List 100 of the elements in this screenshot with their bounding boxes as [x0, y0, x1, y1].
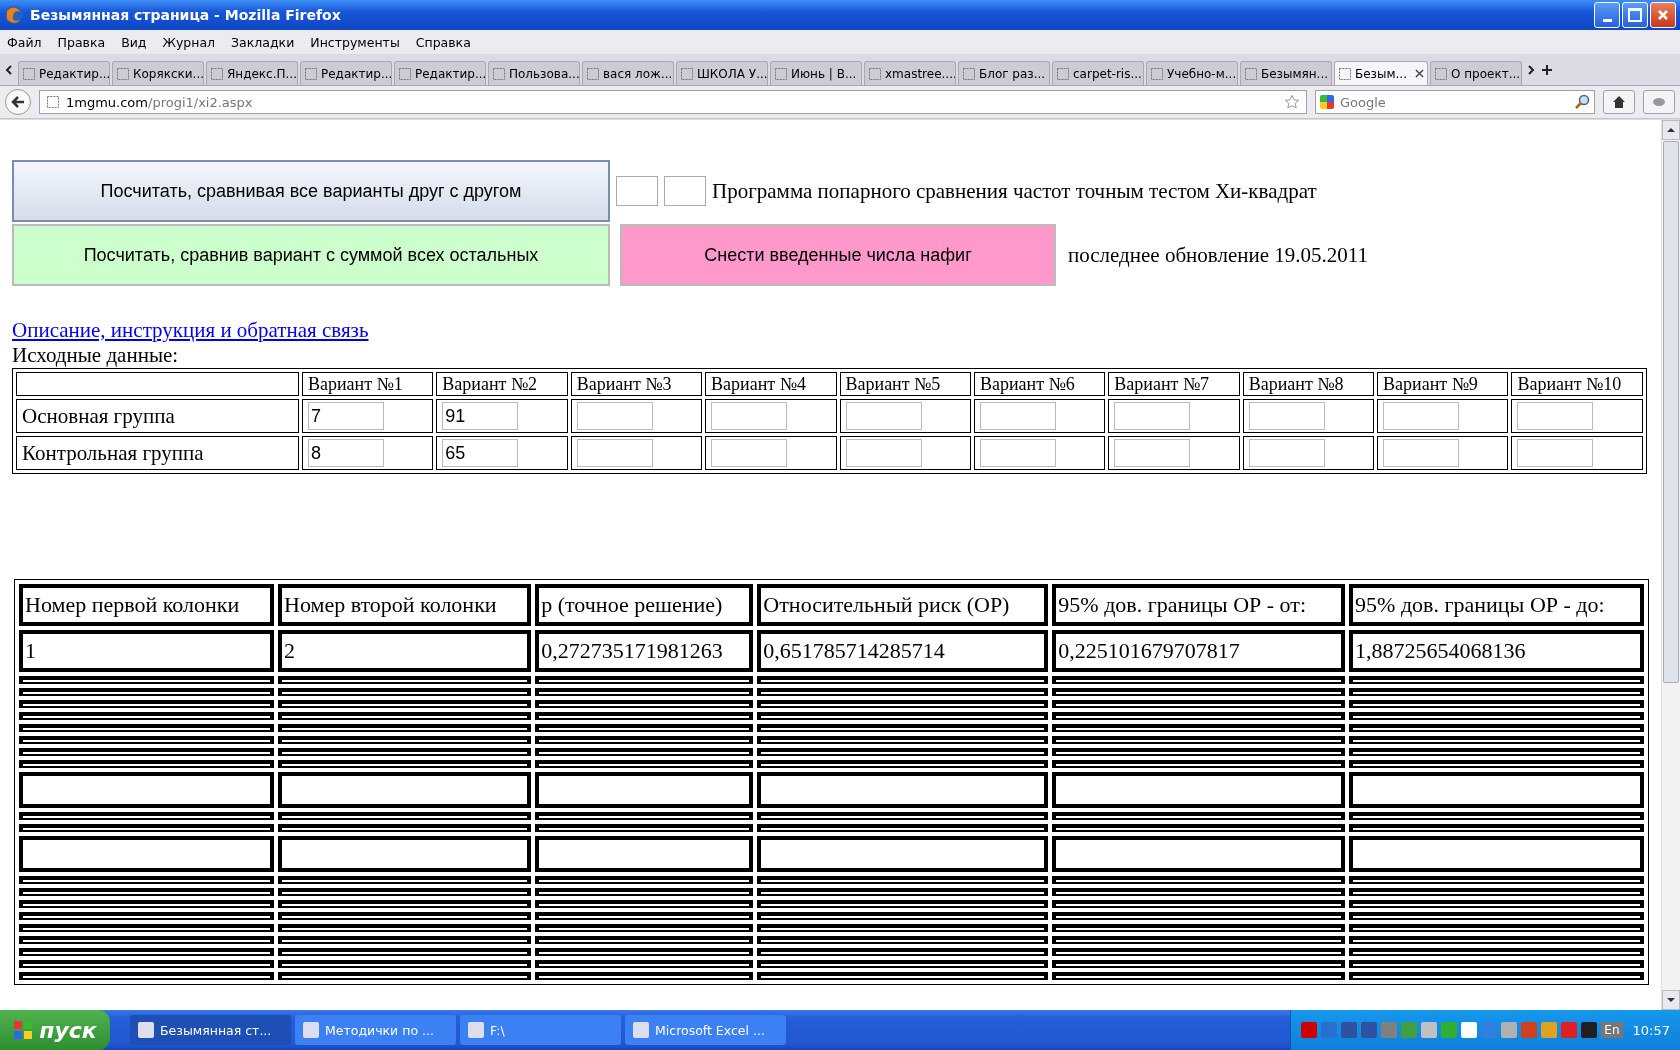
column-header: Вариант №2: [436, 372, 568, 396]
number-field[interactable]: 91: [442, 402, 519, 430]
number-field[interactable]: 8: [307, 439, 384, 467]
browser-tab[interactable]: Июнь | В...: [770, 61, 862, 85]
back-button[interactable]: [5, 89, 31, 115]
number-field[interactable]: [979, 439, 1056, 467]
menu-item[interactable]: Справка: [415, 34, 471, 50]
number-field[interactable]: [1114, 439, 1191, 467]
number-field[interactable]: [711, 439, 788, 467]
table-cell: 2: [278, 630, 532, 672]
browser-tab[interactable]: Редактир...: [300, 61, 392, 85]
browser-tab[interactable]: вася лож...: [582, 61, 674, 85]
menu-item[interactable]: Инструменты: [310, 34, 400, 50]
browser-tab[interactable]: Учебно-м...: [1146, 61, 1238, 85]
number-field[interactable]: [1114, 402, 1191, 430]
number-field[interactable]: [711, 402, 788, 430]
browser-tab[interactable]: ШКОЛА У...: [676, 61, 768, 85]
page-icon: [210, 66, 224, 81]
menu-item[interactable]: Журнал: [162, 34, 216, 50]
address-field[interactable]: 1mgmu.com/progi1/xi2.aspx: [39, 90, 1307, 114]
menu-item[interactable]: Закладки: [231, 34, 295, 50]
browser-tab[interactable]: Безым...: [1334, 61, 1428, 85]
new-tab-button[interactable]: [1540, 62, 1554, 77]
table-cell: 0,225101679707817: [1052, 630, 1346, 672]
column-header: Вариант №1: [301, 372, 434, 396]
number-field[interactable]: [845, 402, 922, 430]
number-field[interactable]: [1517, 439, 1594, 467]
input-field[interactable]: [616, 176, 658, 206]
taskbar-button[interactable]: Безымянная ст...: [130, 1015, 291, 1045]
tray-icon[interactable]: [1581, 1022, 1598, 1038]
column-header: Вариант №9: [1377, 372, 1509, 396]
taskbar-button[interactable]: Microsoft Excel ...: [625, 1015, 786, 1045]
page-icon: [1434, 66, 1448, 81]
browser-tab[interactable]: Редактир...: [394, 61, 486, 85]
back-arrow-icon: [10, 94, 26, 110]
page-icon: [22, 66, 36, 81]
scrollbar[interactable]: [1661, 120, 1680, 1010]
number-field[interactable]: [576, 439, 653, 467]
page-icon: [1338, 66, 1352, 81]
browser-tab[interactable]: О проект...: [1430, 61, 1522, 85]
browser-tab[interactable]: Безымян...: [1240, 61, 1332, 85]
number-field[interactable]: [1248, 402, 1325, 430]
number-field[interactable]: [845, 439, 922, 467]
tray-icon[interactable]: [1341, 1022, 1358, 1038]
menu-item[interactable]: Правка: [57, 34, 106, 50]
restore-button[interactable]: [1622, 2, 1648, 28]
taskbar-button[interactable]: Методички по ...: [295, 1015, 456, 1045]
update-date: последнее обновление 19.05.2011: [1068, 242, 1369, 268]
up-arrow-icon[interactable]: [1667, 126, 1675, 134]
search-icon[interactable]: [1574, 94, 1590, 110]
taskbar-button[interactable]: F:\: [460, 1015, 621, 1045]
close-tab-icon[interactable]: [1415, 69, 1424, 78]
program-title: Программа попарного сравнения частот точным тестом Хи-квадрат: [712, 178, 1317, 204]
number-field[interactable]: 65: [442, 439, 519, 467]
app-icon: [633, 1022, 649, 1038]
close-button[interactable]: [1650, 2, 1676, 28]
column-header: Вариант №10: [1511, 372, 1643, 396]
browser-tab[interactable]: Корякски...: [112, 61, 204, 85]
down-arrow-icon[interactable]: [1667, 996, 1675, 1004]
number-field[interactable]: [1383, 439, 1460, 467]
tray-icon[interactable]: [1361, 1022, 1378, 1038]
number-field[interactable]: [1383, 402, 1460, 430]
description-link[interactable]: Описание, инструкция и обратная связь: [12, 318, 369, 343]
globe-icon: [4, 5, 24, 25]
column-header: 95% дов. границы ОР - от:: [1052, 584, 1346, 626]
app-icon: [468, 1022, 484, 1038]
column-header: Номер второй колонки: [278, 584, 532, 626]
language-indicator[interactable]: En: [1601, 1022, 1623, 1038]
browser-tab[interactable]: xmastree....: [864, 61, 956, 85]
browser-tab[interactable]: Яндекс.П...: [206, 61, 298, 85]
compare-sum-button[interactable]: Посчитать, сравнив вариант с суммой всех остальных: [12, 224, 610, 286]
star-icon[interactable]: [1284, 94, 1300, 110]
column-header: Вариант №3: [570, 372, 703, 396]
minimize-button[interactable]: [1594, 2, 1620, 28]
page-icon: [304, 66, 318, 81]
number-field[interactable]: 7: [307, 402, 384, 430]
number-field[interactable]: [979, 402, 1056, 430]
clear-button[interactable]: Снести введенные числа нафиг: [620, 224, 1056, 286]
number-field[interactable]: [1248, 439, 1325, 467]
home-button[interactable]: [1603, 90, 1635, 114]
browser-tab[interactable]: Блог раз...: [958, 61, 1050, 85]
window-title: Безымянная страница - Mozilla Firefox: [30, 7, 342, 23]
tray-icon[interactable]: [1421, 1022, 1438, 1038]
search-engine-icon: [1320, 95, 1334, 109]
menu-item[interactable]: Файл: [7, 34, 42, 50]
number-field[interactable]: [1517, 402, 1594, 430]
table-cell: 1,88725654068136: [1349, 630, 1644, 672]
menu-item[interactable]: Вид: [121, 34, 147, 50]
number-field[interactable]: [576, 402, 653, 430]
input-field[interactable]: [664, 176, 706, 206]
addon-button[interactable]: [1643, 90, 1675, 114]
tray-icon[interactable]: [1301, 1022, 1318, 1038]
search-field[interactable]: Google: [1315, 90, 1595, 114]
browser-tab[interactable]: Пользова...: [488, 61, 580, 85]
compare-all-button[interactable]: Посчитать, сравнивая все варианты друг с другом: [12, 160, 610, 222]
clock: 10:57: [1632, 1022, 1670, 1038]
browser-tab[interactable]: Редактир...: [18, 61, 110, 85]
column-header: 95% дов. границы ОР - до:: [1349, 584, 1644, 626]
tray-icon[interactable]: [1461, 1022, 1478, 1038]
browser-tab[interactable]: carpet-ris...: [1052, 61, 1144, 85]
